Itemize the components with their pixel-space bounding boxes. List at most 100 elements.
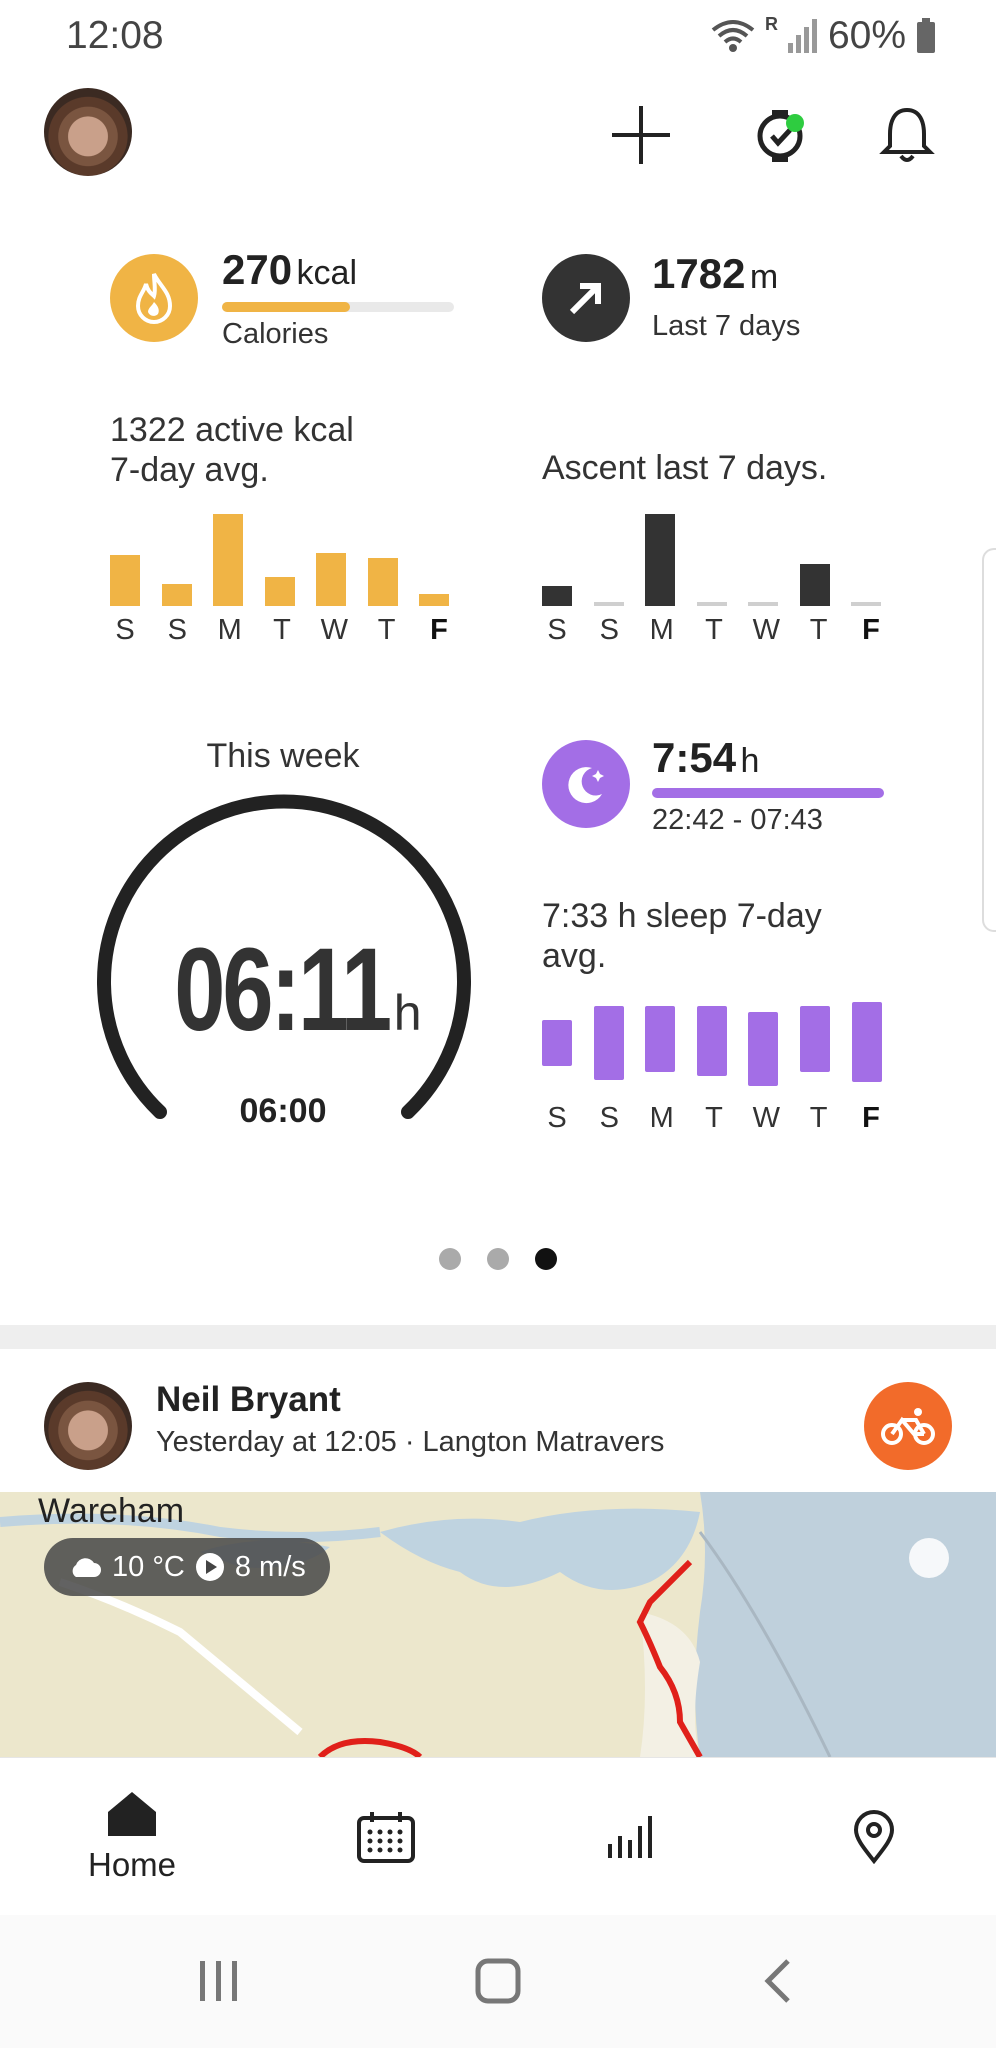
ascent-day-label: M xyxy=(649,614,674,646)
sleep-bar-7 xyxy=(852,1002,882,1082)
sleep-bar-3 xyxy=(645,1006,675,1072)
activity-map[interactable]: Wareham 10 °C 8 m/s xyxy=(0,1492,996,1757)
weather-wind: 8 m/s xyxy=(234,1550,306,1583)
system-navigation-bar xyxy=(0,1915,996,2048)
week-target: 06:00 xyxy=(239,1092,327,1130)
sleep-summary: 7:33 h sleep 7-day avg. xyxy=(542,897,822,975)
calories-bar-chart xyxy=(110,510,454,606)
ascent-bar-5 xyxy=(748,602,778,606)
calories-value-row: 270 kcal xyxy=(222,246,357,294)
page-dot[interactable] xyxy=(535,1248,557,1270)
sleep-bar-5 xyxy=(748,1012,778,1086)
page-dot[interactable] xyxy=(439,1248,461,1270)
nav-home[interactable]: Home xyxy=(52,1758,212,1916)
map-place-label: Wareham xyxy=(38,1492,185,1530)
feed-user-name[interactable]: Neil Bryant xyxy=(156,1380,341,1420)
sleep-range: 22:42 - 07:43 xyxy=(652,804,823,836)
statistics-icon xyxy=(608,1816,652,1858)
sleep-day-label: T xyxy=(809,1102,828,1134)
calories-day-label: S xyxy=(167,614,187,646)
sleep-day-label: F xyxy=(862,1102,880,1134)
calories-unit: kcal xyxy=(296,254,357,292)
home-button-icon[interactable] xyxy=(474,1957,522,2005)
recent-apps-icon[interactable] xyxy=(196,1959,242,2003)
sleep-unit: h xyxy=(740,742,760,780)
feed-avatar[interactable] xyxy=(44,1382,132,1470)
section-separator xyxy=(0,1325,996,1349)
wind-direction-icon xyxy=(195,1553,224,1581)
calories-summary: 1322 active kcal 7-day avg. xyxy=(110,411,354,489)
week-value: 06:11 xyxy=(174,924,393,1056)
cycling-activity-icon xyxy=(864,1382,952,1470)
sleep-day-label: S xyxy=(547,1102,567,1134)
ascent-bar-4 xyxy=(696,602,727,606)
bell-icon[interactable] xyxy=(872,100,942,170)
week-value-row: 06:11h xyxy=(0,922,566,1058)
calories-day-label: W xyxy=(320,614,348,646)
ascent-bar-6 xyxy=(799,563,830,606)
calories-bar-1 xyxy=(110,555,140,606)
week-title: This week xyxy=(206,737,360,775)
ascent-day-label: W xyxy=(752,614,780,646)
calories-day-label: F xyxy=(430,614,448,646)
ascent-bar-2 xyxy=(593,602,624,606)
sleep-bar-6 xyxy=(800,1006,830,1072)
network-letter: R xyxy=(764,13,778,34)
sleep-bar-2 xyxy=(594,1006,624,1080)
sleep-day-label: W xyxy=(752,1102,780,1134)
weather-temp: 10 °C xyxy=(112,1550,185,1583)
nav-calendar[interactable] xyxy=(306,1758,466,1916)
ascent-value-row: 1782 m xyxy=(652,250,778,298)
bottom-navigation: Home xyxy=(0,1757,996,1916)
week-unit: h xyxy=(393,985,422,1041)
ascent-bar-3 xyxy=(645,514,675,606)
calories-bar-3 xyxy=(213,514,243,606)
nav-map[interactable] xyxy=(794,1758,954,1916)
calories-day-label: S xyxy=(115,614,135,646)
map-graphic xyxy=(0,1492,996,1757)
sleep-day-label: M xyxy=(649,1102,674,1134)
sleep-moon-icon xyxy=(542,740,630,828)
sleep-bar-4 xyxy=(697,1006,727,1076)
scroll-edge-indicator xyxy=(982,548,996,932)
watch-icon[interactable] xyxy=(748,100,818,170)
add-icon[interactable] xyxy=(606,100,676,170)
calories-day-label: M xyxy=(217,614,242,646)
ascent-label: Last 7 days xyxy=(652,310,801,342)
calories-bar-2 xyxy=(161,583,192,606)
ascent-day-label: T xyxy=(705,614,723,646)
sleep-day-labels: SSMTWTF xyxy=(540,1102,888,1135)
calories-bar-7 xyxy=(419,594,449,606)
ascent-day-label: S xyxy=(599,614,619,646)
calories-bar-4 xyxy=(264,576,295,606)
calories-day-label: T xyxy=(273,614,291,646)
user-avatar[interactable] xyxy=(44,88,132,176)
status-right: R 60% xyxy=(711,14,936,58)
battery-percent: 60% xyxy=(827,14,906,57)
weather-pill: 10 °C 8 m/s xyxy=(44,1538,330,1596)
calories-label: Calories xyxy=(222,318,329,350)
ascent-day-label: S xyxy=(547,614,567,646)
ascent-bar-7 xyxy=(851,602,881,606)
sleep-day-label: T xyxy=(705,1102,723,1134)
location-pin-icon xyxy=(853,1810,895,1864)
page-indicator[interactable] xyxy=(0,1248,996,1270)
wifi-icon xyxy=(711,20,755,52)
nav-statistics[interactable] xyxy=(550,1758,710,1916)
signal-icon xyxy=(787,19,817,53)
calories-bar-5 xyxy=(316,552,346,606)
status-time: 12:08 xyxy=(66,14,164,57)
back-icon[interactable] xyxy=(758,1957,798,2005)
home-icon xyxy=(108,1792,156,1836)
calories-flame-icon xyxy=(110,254,198,342)
ascent-summary: Ascent last 7 days. xyxy=(542,449,828,487)
calendar-icon xyxy=(357,1812,415,1863)
sleep-bar-1 xyxy=(542,1020,572,1066)
sleep-day-label: S xyxy=(599,1102,619,1134)
ascent-day-labels: SSMTWTF xyxy=(540,614,888,647)
calories-day-label: T xyxy=(377,614,396,646)
battery-icon xyxy=(917,18,935,53)
calories-bar-6 xyxy=(367,558,398,606)
page-dot[interactable] xyxy=(487,1248,509,1270)
calories-value: 270 xyxy=(222,246,293,293)
